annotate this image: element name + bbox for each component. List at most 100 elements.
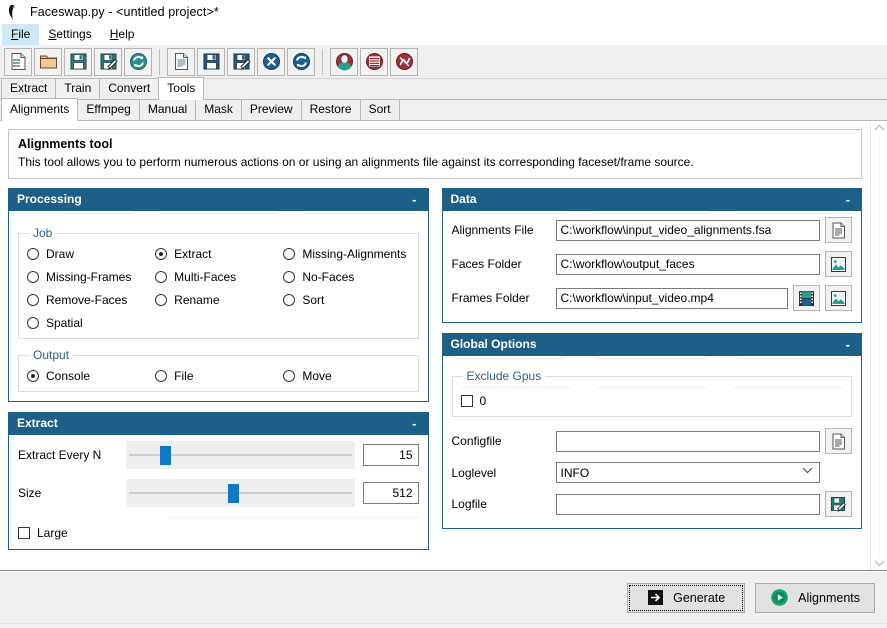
open-folder-icon[interactable] bbox=[34, 47, 62, 76]
analysis-icon[interactable] bbox=[360, 47, 388, 76]
tab-convert[interactable]: Convert bbox=[99, 78, 160, 99]
job-option-draw[interactable]: Draw bbox=[27, 247, 153, 261]
tab-mask[interactable]: Mask bbox=[195, 99, 242, 120]
tab-extract[interactable]: Extract bbox=[1, 78, 57, 99]
clear-task-icon[interactable] bbox=[257, 47, 285, 76]
column-guides bbox=[18, 213, 419, 214]
faces-folder-label: Faces Folder bbox=[451, 257, 522, 271]
frames-folder-input[interactable] bbox=[555, 287, 788, 309]
tab-restore[interactable]: Restore bbox=[300, 99, 361, 120]
save-project-icon[interactable] bbox=[64, 47, 92, 76]
radio-icon-selected[interactable] bbox=[155, 248, 168, 260]
image-folder-browse-icon[interactable] bbox=[825, 285, 852, 311]
loglevel-select[interactable]: INFO bbox=[555, 462, 820, 483]
tab-alignments[interactable]: Alignments bbox=[1, 98, 79, 121]
radio-icon[interactable] bbox=[27, 271, 39, 283]
menu-file[interactable]: File bbox=[2, 24, 40, 45]
job-option-sort[interactable]: Sort bbox=[283, 293, 409, 307]
run-alignments-button[interactable]: Alignments bbox=[755, 582, 875, 613]
job-option-extract[interactable]: Extract bbox=[155, 247, 281, 261]
size-label: Size bbox=[18, 486, 42, 500]
alignments-file-input[interactable] bbox=[555, 219, 820, 241]
new-task-icon[interactable] bbox=[167, 47, 195, 76]
scroll-up-icon[interactable] bbox=[874, 124, 885, 131]
radio-icon[interactable] bbox=[283, 370, 296, 382]
save-task-icon[interactable] bbox=[197, 47, 225, 76]
radio-icon[interactable] bbox=[155, 370, 168, 382]
output-option-console[interactable]: Console bbox=[27, 369, 153, 383]
large-checkbox-row[interactable]: Large bbox=[18, 526, 419, 540]
radio-icon[interactable] bbox=[155, 294, 168, 306]
job-option-no-faces[interactable]: No-Faces bbox=[283, 270, 409, 284]
column-guides bbox=[451, 213, 853, 214]
reload-project-icon[interactable] bbox=[124, 47, 152, 76]
menu-settings[interactable]: Settings bbox=[39, 24, 100, 45]
left-column: Processing - Job Draw Extract Missing-Al… bbox=[8, 188, 429, 560]
new-project-icon[interactable] bbox=[4, 47, 32, 76]
large-label: Large bbox=[37, 526, 68, 540]
image-folder-browse-icon[interactable] bbox=[825, 251, 852, 277]
job-option-missing-alignments[interactable]: Missing-Alignments bbox=[283, 247, 409, 261]
logfile-input[interactable] bbox=[555, 493, 820, 515]
scroll-down-icon[interactable] bbox=[874, 560, 885, 567]
scrollbar-trough[interactable] bbox=[878, 134, 880, 557]
job-option-spatial[interactable]: Spatial bbox=[27, 316, 153, 330]
radio-icon[interactable] bbox=[283, 248, 296, 260]
radio-icon[interactable] bbox=[283, 294, 296, 306]
faces-folder-input[interactable] bbox=[555, 253, 820, 275]
menu-help[interactable]: Help bbox=[101, 24, 144, 45]
tab-sort[interactable]: Sort bbox=[359, 99, 400, 120]
size-value[interactable] bbox=[362, 482, 419, 504]
tab-tools[interactable]: Tools bbox=[158, 77, 205, 100]
generate-button[interactable]: Generate bbox=[627, 582, 746, 613]
video-browse-icon[interactable] bbox=[793, 285, 820, 311]
alignments-file-row: Alignments File bbox=[452, 217, 852, 243]
job-option-rename[interactable]: Rename bbox=[155, 293, 281, 307]
faces-viewer-icon[interactable] bbox=[330, 47, 358, 76]
save-file-icon[interactable] bbox=[825, 491, 852, 517]
tab-manual[interactable]: Manual bbox=[138, 99, 197, 120]
job-option-multi-faces[interactable]: Multi-Faces bbox=[155, 270, 281, 284]
tab-train[interactable]: Train bbox=[55, 78, 101, 99]
data-minimize-button[interactable]: - bbox=[846, 193, 853, 206]
radio-icon[interactable] bbox=[283, 271, 296, 283]
tab-preview[interactable]: Preview bbox=[240, 99, 302, 120]
save-task-as-icon[interactable] bbox=[227, 47, 255, 76]
configfile-input[interactable] bbox=[555, 430, 820, 452]
output-option-file[interactable]: File bbox=[155, 369, 281, 383]
checkbox-icon[interactable] bbox=[18, 527, 30, 539]
reload-task-icon[interactable] bbox=[287, 47, 315, 76]
processing-minimize-button[interactable]: - bbox=[412, 193, 419, 206]
size-slider[interactable] bbox=[126, 479, 355, 507]
processing-panel-title: Processing bbox=[17, 192, 82, 206]
slider-handle[interactable] bbox=[159, 446, 171, 465]
file-browse-icon[interactable] bbox=[825, 428, 852, 454]
global-options-panel: Global Options - Exclude Gpus 0 Configfi… bbox=[441, 333, 862, 529]
panel-columns: Processing - Job Draw Extract Missing-Al… bbox=[8, 188, 862, 560]
content-scrollbar[interactable] bbox=[870, 121, 887, 570]
radio-icon[interactable] bbox=[27, 317, 39, 329]
job-option-missing-frames[interactable]: Missing-Frames bbox=[27, 270, 153, 284]
file-browse-icon[interactable] bbox=[825, 217, 852, 243]
job-option-remove-faces[interactable]: Remove-Faces bbox=[27, 293, 153, 307]
output-option-move[interactable]: Move bbox=[283, 369, 409, 383]
primary-tab-bar: Extract Train Convert Tools bbox=[0, 77, 887, 100]
slider-handle[interactable] bbox=[228, 484, 240, 503]
radio-icon-selected[interactable] bbox=[27, 370, 39, 382]
radio-icon[interactable] bbox=[27, 248, 39, 260]
global-options-minimize-button[interactable]: - bbox=[846, 338, 853, 351]
exclude-gpus-legend: Exclude Gpus bbox=[466, 369, 542, 383]
extract-every-n-value[interactable] bbox=[362, 444, 419, 466]
save-project-as-icon[interactable] bbox=[94, 47, 122, 76]
graph-icon[interactable] bbox=[390, 47, 418, 76]
loglevel-label: Loglevel bbox=[451, 465, 497, 480]
extract-minimize-button[interactable]: - bbox=[412, 417, 419, 430]
tab-effmpeg[interactable]: Effmpeg bbox=[77, 99, 140, 120]
radio-icon[interactable] bbox=[27, 294, 39, 306]
exclude-gpu-0[interactable]: 0 bbox=[460, 394, 844, 408]
output-group-legend: Output bbox=[33, 348, 70, 362]
extract-every-n-slider[interactable] bbox=[126, 441, 355, 469]
radio-icon[interactable] bbox=[155, 271, 168, 283]
action-bar: Generate Alignments bbox=[0, 571, 887, 623]
checkbox-icon[interactable] bbox=[460, 395, 473, 407]
